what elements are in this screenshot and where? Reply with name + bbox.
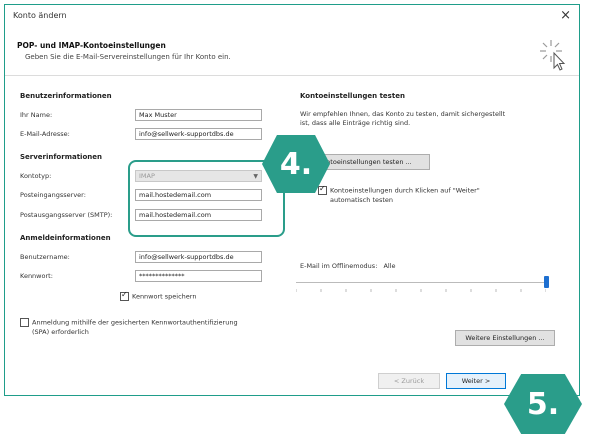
checkbox-checked-icon[interactable] (120, 290, 129, 301)
password-field[interactable]: ************** (135, 270, 262, 282)
auto-test-line1: Kontoeinstellungen durch Klicken auf "We… (330, 186, 480, 195)
username-label: Benutzername: (20, 253, 70, 261)
next-button[interactable]: Weiter > (446, 373, 506, 389)
offline-mode-label: E-Mail im Offlinemodus: Alle (300, 262, 396, 270)
offline-slider-track[interactable] (296, 282, 546, 283)
checkbox-checked-icon[interactable] (318, 184, 327, 195)
test-settings-heading: Kontoeinstellungen testen (300, 92, 405, 100)
checkbox-unchecked-icon[interactable] (20, 318, 29, 327)
spa-checkbox[interactable]: Anmeldung mithilfe der gesicherten Kennw… (20, 318, 238, 327)
remember-password-label: Kennwort speichern (132, 292, 197, 301)
user-info-heading: Benutzerinformationen (20, 92, 112, 100)
email-field[interactable]: info@sellwerk-supportdbs.de (135, 128, 262, 140)
spa-label-line1: Anmeldung mithilfe der gesicherten Kennw… (32, 318, 238, 327)
auto-test-checkbox[interactable]: Kontoeinstellungen durch Klicken auf "We… (318, 184, 480, 195)
offline-mode-value: Alle (383, 262, 396, 270)
email-label: E-Mail-Adresse: (20, 130, 70, 138)
server-info-heading: Serverinformationen (20, 153, 102, 161)
wizard-cursor-icon (540, 40, 566, 71)
header-subtitle: Geben Sie die E-Mail-Servereinstellungen… (25, 53, 231, 61)
name-field[interactable]: Max Muster (135, 109, 262, 121)
close-icon[interactable]: × (560, 8, 571, 23)
offline-slider-ticks (296, 289, 546, 292)
password-label: Kennwort: (20, 272, 53, 280)
name-label: Ihr Name: (20, 111, 53, 119)
incoming-server-label: Posteingangsserver: (20, 191, 86, 199)
offline-mode-label-text: E-Mail im Offlinemodus: (300, 262, 378, 270)
more-settings-button[interactable]: Weitere Einstellungen ... (455, 330, 555, 346)
step4-highlight-frame (128, 160, 285, 237)
remember-password-checkbox[interactable]: Kennwort speichern (120, 290, 197, 301)
auto-test-line2: automatisch testen (330, 196, 394, 204)
login-info-heading: Anmeldeinformationen (20, 234, 111, 242)
header-title: POP- und IMAP-Kontoeinstellungen (17, 41, 166, 50)
test-desc-line2: ist, dass alle Einträge richtig sind. (300, 119, 411, 127)
account-type-label: Kontotyp: (20, 172, 52, 180)
window-title: Konto ändern (13, 11, 67, 20)
spa-label-line2: (SPA) erforderlich (32, 328, 89, 336)
back-button[interactable]: < Zurück (378, 373, 440, 389)
test-desc-line1: Wir empfehlen Ihnen, das Konto zu testen… (300, 110, 506, 118)
outgoing-server-label: Postausgangsserver (SMTP): (20, 211, 113, 219)
offline-slider-thumb[interactable] (544, 276, 549, 288)
title-bar: Konto ändern × (5, 5, 579, 27)
username-field[interactable]: info@sellwerk-supportdbs.de (135, 251, 262, 263)
dialog-header: POP- und IMAP-Kontoeinstellungen Geben S… (5, 27, 579, 76)
